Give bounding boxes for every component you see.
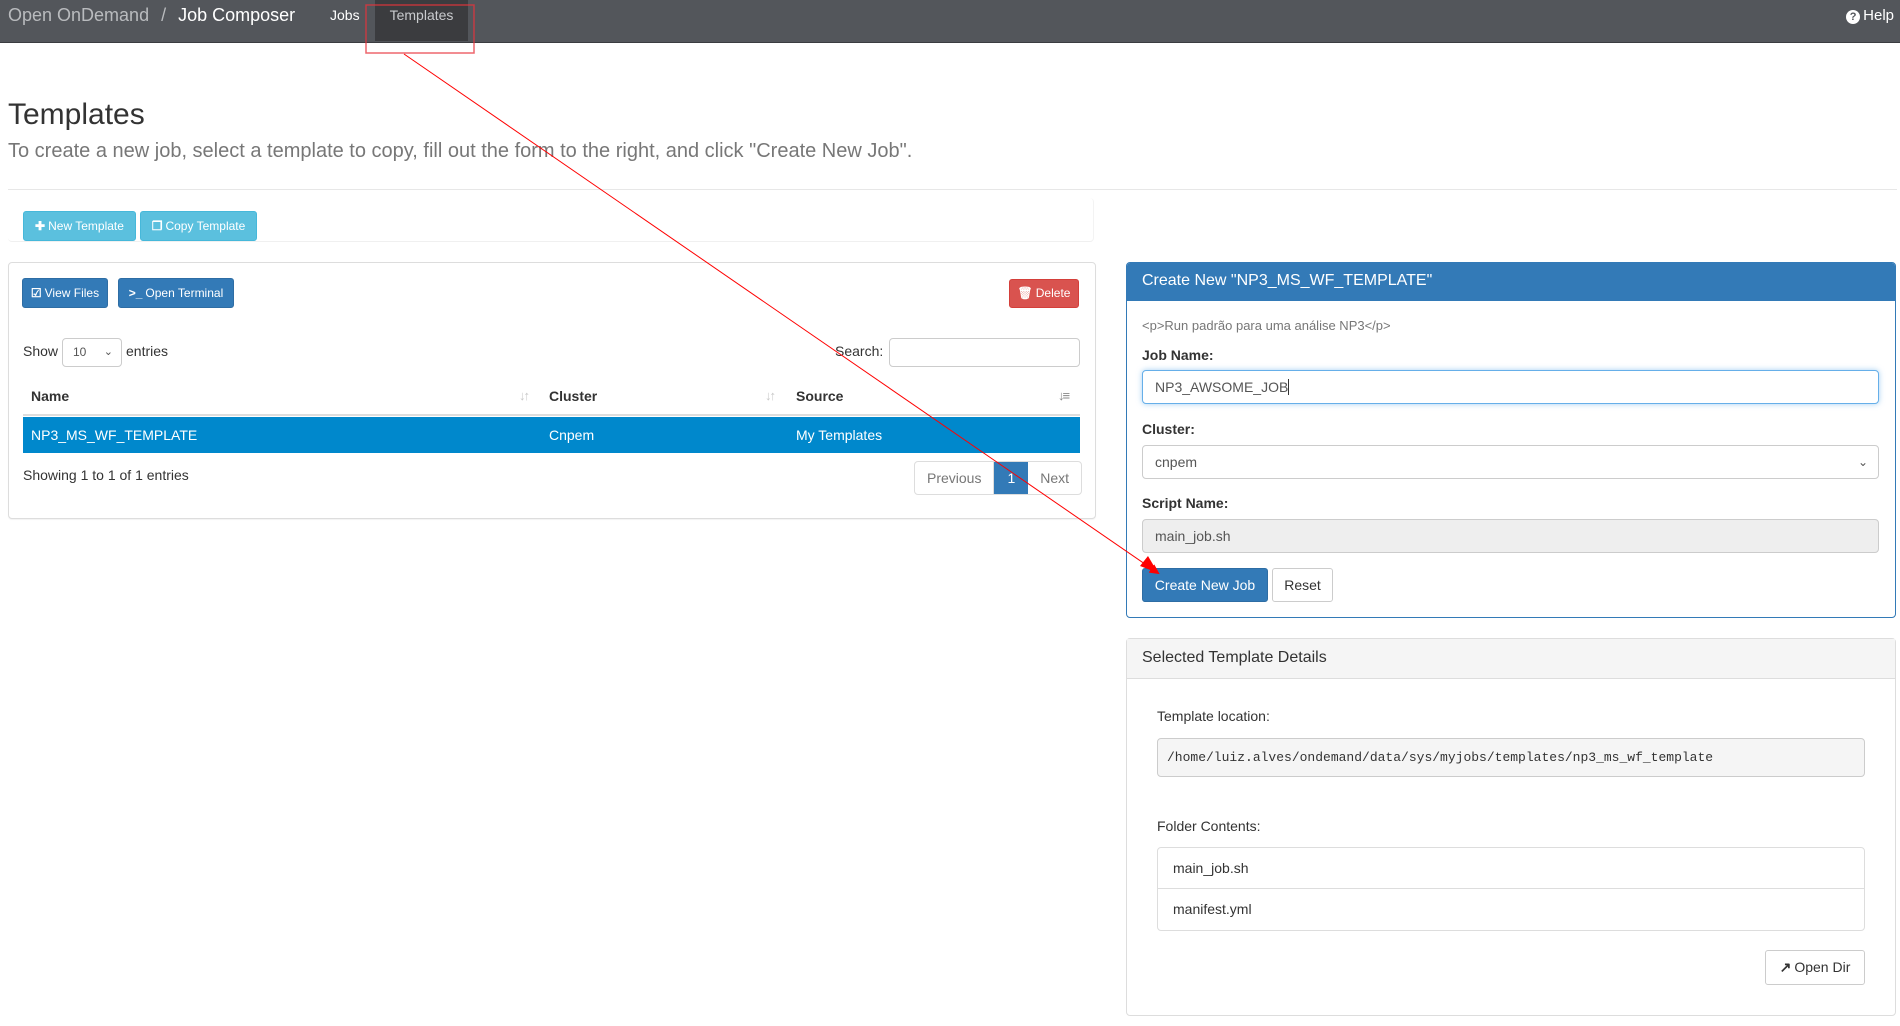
copy-template-button[interactable]: ❐ Copy Template	[140, 211, 257, 241]
copy-template-label: Copy Template	[165, 219, 246, 233]
template-location-label: Template location:	[1157, 708, 1270, 724]
nav-jobs[interactable]: Jobs	[316, 0, 374, 41]
question-circle-icon: ?	[1846, 10, 1861, 24]
help-link[interactable]: ? Help	[1846, 0, 1894, 42]
cluster-select[interactable]: cnpem ⌄	[1142, 445, 1879, 479]
help-label: Help	[1863, 7, 1894, 24]
column-header-cluster[interactable]: Cluster	[549, 388, 597, 404]
page-title: Templates	[8, 98, 145, 131]
open-terminal-button[interactable]: >_ Open Terminal	[118, 278, 234, 308]
create-new-job-button[interactable]: Create New Job	[1142, 568, 1268, 602]
page-lead: To create a new job, select a template t…	[8, 140, 913, 162]
pagination-page-1[interactable]: 1	[994, 462, 1029, 494]
pagination: Previous 1 Next	[914, 461, 1083, 495]
pagination-next[interactable]: Next	[1028, 462, 1081, 494]
delete-label: Delete	[1035, 286, 1071, 300]
template-details-heading: Selected Template Details	[1127, 639, 1895, 679]
create-job-heading: Create New "NP3_MS_WF_TEMPLATE"	[1127, 263, 1895, 301]
copy-icon: ❐	[151, 219, 163, 233]
terminal-icon: >_	[128, 286, 143, 300]
new-template-button[interactable]: ✚ New Template	[23, 211, 136, 241]
chevron-down-icon: ⌄	[1857, 455, 1868, 469]
reset-button[interactable]: Reset	[1272, 568, 1333, 602]
open-dir-label: Open Dir	[1794, 959, 1851, 975]
job-name-input[interactable]: NP3_AWSOME_JOB	[1142, 370, 1879, 404]
entries-select-value: 10	[73, 345, 87, 359]
delete-button[interactable]: 🗑 Delete	[1009, 279, 1079, 308]
entries-per-page-select[interactable]: 10 ⌄	[62, 338, 122, 367]
breadcrumb-separator: /	[161, 5, 167, 25]
list-item[interactable]: main_job.sh	[1158, 848, 1864, 889]
top-navbar: Open OnDemand / Job Composer Jobs Template…	[0, 0, 1900, 43]
view-files-label: View Files	[44, 286, 100, 300]
template-description: <p>Run padrão para uma análise NP3</p>	[1142, 318, 1391, 333]
folder-contents-label: Folder Contents:	[1157, 818, 1261, 834]
search-label: Search:	[835, 343, 884, 359]
divider	[8, 189, 1897, 190]
column-header-source[interactable]: Source	[796, 388, 843, 404]
sort-desc-icon[interactable]: ↓≡	[1058, 388, 1070, 403]
trash-icon: 🗑	[1017, 286, 1033, 300]
cluster-label: Cluster:	[1142, 421, 1195, 437]
cell-name: NP3_MS_WF_TEMPLATE	[31, 427, 198, 443]
cluster-select-value: cnpem	[1155, 454, 1198, 470]
app-name-link[interactable]: Job Composer	[178, 5, 295, 25]
new-template-label: New Template	[48, 219, 124, 233]
show-label: Show	[23, 343, 59, 359]
table-header-border	[23, 414, 1080, 416]
script-name-value: main_job.sh	[1155, 528, 1231, 544]
open-dir-button[interactable]: ↗ Open Dir	[1765, 950, 1865, 985]
cell-source: My Templates	[796, 427, 883, 443]
job-name-value: NP3_AWSOME_JOB	[1155, 379, 1289, 395]
open-terminal-label: Open Terminal	[145, 286, 224, 300]
column-header-name[interactable]: Name	[31, 388, 69, 404]
sort-icon[interactable]: ↓↑	[519, 388, 530, 403]
template-location-path: /home/luiz.alves/ondemand/data/sys/myjob…	[1157, 738, 1865, 777]
table-info: Showing 1 to 1 of 1 entries	[23, 467, 189, 483]
pagination-previous[interactable]: Previous	[915, 462, 995, 494]
folder-contents-list: main_job.sh manifest.yml	[1157, 847, 1865, 931]
table-row[interactable]: NP3_MS_WF_TEMPLATE Cnpem My Templates	[23, 417, 1080, 453]
sort-icon[interactable]: ↓↑	[765, 388, 776, 403]
search-input[interactable]	[889, 338, 1080, 367]
cell-cluster: Cnpem	[549, 427, 595, 443]
view-files-button[interactable]: ☑ View Files	[22, 278, 108, 308]
create-job-panel: Create New "NP3_MS_WF_TEMPLATE"	[1126, 262, 1896, 618]
nav-templates[interactable]: Templates	[375, 0, 468, 41]
brand-link[interactable]: Open OnDemand	[8, 5, 149, 25]
job-name-label: Job Name:	[1142, 347, 1214, 363]
script-name-input[interactable]: main_job.sh	[1142, 519, 1879, 553]
entries-label: entries	[126, 343, 169, 359]
external-link-icon: ↗	[1779, 959, 1792, 975]
text-caret	[1288, 379, 1290, 395]
chevron-down-icon: ⌄	[103, 346, 113, 358]
list-item[interactable]: manifest.yml	[1158, 889, 1864, 930]
plus-icon: ✚	[35, 219, 46, 233]
script-name-label: Script Name:	[1142, 495, 1229, 511]
brand: Open OnDemand / Job Composer	[8, 0, 295, 42]
edit-icon: ☑	[30, 286, 42, 300]
